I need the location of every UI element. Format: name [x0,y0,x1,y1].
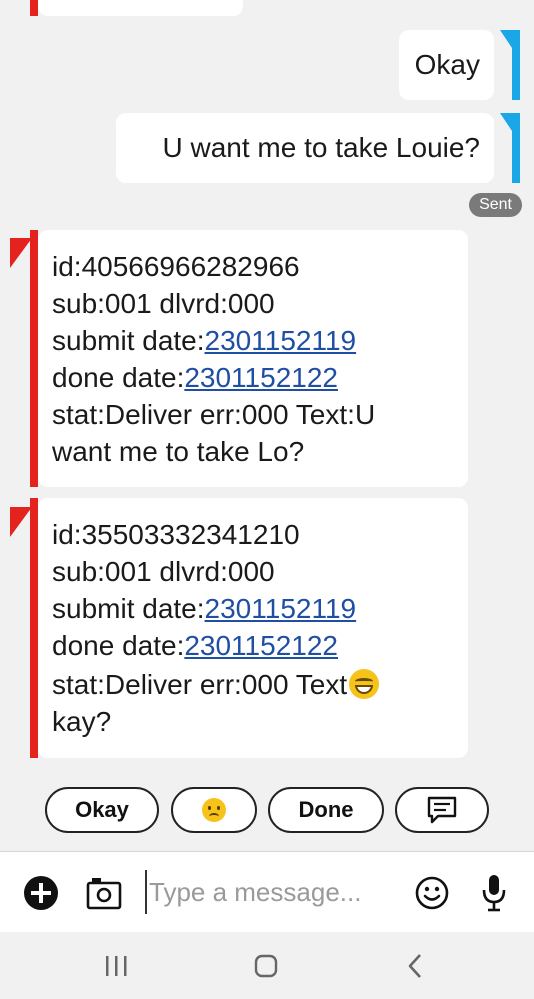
incoming-accent-bar [30,230,38,487]
submit-date-line: submit date:2301152119 [52,590,468,627]
message-text: U want me to take Louie? [162,132,480,163]
incoming-message[interactable]: id:40566966282966 sub:001 dlvrd:000 subm… [38,230,468,487]
smart-reply-done[interactable]: Done [268,787,384,833]
emoji-button[interactable] [414,875,450,911]
message-id-line: id:40566966282966 [52,251,300,282]
add-icon [24,876,58,910]
submit-date-link[interactable]: 2301152119 [205,593,357,624]
incoming-accent-bar [30,0,38,16]
back-icon [408,954,421,978]
message-last-line: want me to take Lo? [52,436,305,467]
home-icon [254,954,278,978]
outgoing-accent-flag [500,30,520,60]
message-compose-icon [427,796,457,824]
back-button[interactable] [400,952,430,980]
smart-reply-compose[interactable] [395,787,489,833]
camera-button[interactable] [84,874,124,912]
message-text: Okay [414,49,480,80]
partial-message-bubble [38,0,243,16]
worried-face-emoji-icon [202,798,226,822]
incoming-message[interactable]: id:35503332341210 sub:001 dlvrd:000 subm… [38,498,468,758]
grinning-squinting-emoji-icon [349,669,380,699]
submit-date-link[interactable]: 2301152119 [205,325,357,356]
home-button[interactable] [250,952,282,980]
smart-reply-emoji[interactable] [171,787,257,833]
microphone-icon [482,875,506,912]
done-date-label: done date: [52,630,185,661]
smart-reply-label: Okay [75,797,129,822]
outgoing-message[interactable]: U want me to take Louie? [116,113,494,183]
message-stat-line: stat:Deliver err:000 Text [52,666,468,703]
incoming-accent-bar [30,498,38,758]
recent-apps-button[interactable] [100,952,132,980]
incoming-accent-flag [10,238,32,268]
emoji-icon [415,876,449,910]
done-date-link[interactable]: 2301152122 [184,362,338,393]
done-date-label: done date: [52,362,185,393]
smart-reply-label: Done [298,797,354,822]
recent-apps-icon [106,956,127,976]
sent-status-badge: Sent [469,193,522,217]
submit-date-line: submit date:2301152119 [52,322,468,359]
smart-reply-okay[interactable]: Okay [45,787,159,833]
message-sub-line: sub:001 dlvrd:000 [52,556,275,587]
message-stat-text: stat:Deliver err:000 Text [52,669,348,700]
incoming-accent-flag [10,507,32,537]
submit-date-label: submit date: [52,325,205,356]
outgoing-message[interactable]: Okay [399,30,494,100]
message-last-line: kay? [52,706,112,737]
done-date-link[interactable]: 2301152122 [184,630,338,661]
message-sub-line: sub:001 dlvrd:000 [52,288,275,319]
done-date-line: done date:2301152122 [52,359,468,396]
submit-date-label: submit date: [52,593,205,624]
message-input[interactable] [145,870,399,914]
message-id-line: id:35503332341210 [52,519,300,550]
voice-input-button[interactable] [479,873,509,913]
message-stat-line: stat:Deliver err:000 Text:U [52,399,376,430]
camera-icon [86,878,122,910]
add-attachment-button[interactable] [22,874,60,912]
done-date-line: done date:2301152122 [52,627,468,664]
outgoing-accent-flag [500,113,520,143]
